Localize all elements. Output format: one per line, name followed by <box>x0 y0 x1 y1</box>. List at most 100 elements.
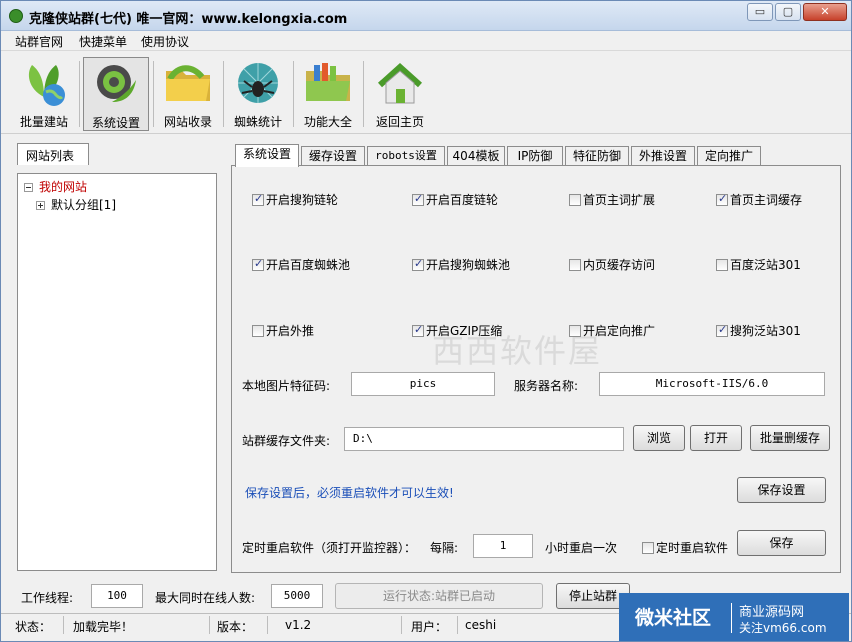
batch-build-button[interactable]: 批量建站 <box>11 57 77 131</box>
threads-label: 工作线程: <box>21 591 74 605</box>
scheduled-restart-checkbox[interactable]: 定时重启软件 <box>642 539 728 556</box>
restart-label: 定时重启软件（须打开监控器）： <box>242 541 417 555</box>
option-label: 开启GZIP压缩 <box>426 324 503 338</box>
checkbox-box[interactable] <box>252 192 264 206</box>
toolbar: 批量建站 系统设置 网站收录 蜘蛛统计 功能大全 返回主页 <box>1 51 851 134</box>
option-checkbox[interactable]: 首页主词缓存 <box>716 191 802 208</box>
checkbox-box[interactable] <box>569 194 581 206</box>
open-button[interactable]: 打开 <box>690 425 742 451</box>
tree-child[interactable]: 默认分组[1] <box>36 196 116 213</box>
tab-feature-defense[interactable]: 特征防御 <box>565 146 629 166</box>
settings-panel: 西西软件屋 开启搜狗链轮开启百度链轮首页主词扩展首页主词缓存开启百度蜘蛛池开启搜… <box>231 165 841 573</box>
option-checkbox[interactable]: 开启百度蜘蛛池 <box>252 256 350 273</box>
collapse-icon[interactable] <box>24 183 33 192</box>
version-value: v1.2 <box>285 618 312 632</box>
tab-cache-settings[interactable]: 缓存设置 <box>301 146 365 166</box>
cache-folder-input[interactable]: D:\ <box>344 427 624 451</box>
earth-plant-icon <box>28 65 65 106</box>
checkbox-box[interactable] <box>642 542 654 554</box>
checkbox-box[interactable] <box>412 257 424 271</box>
menu-quick-menu[interactable]: 快捷菜单 <box>79 33 127 50</box>
option-label: 开启百度蜘蛛池 <box>266 258 351 272</box>
option-label: 开启定向推广 <box>583 324 656 338</box>
tree-root-label: 我的网站 <box>39 180 88 194</box>
checkbox-box[interactable] <box>412 323 424 337</box>
expand-icon[interactable] <box>36 201 45 210</box>
home-icon <box>377 62 423 104</box>
badge-main-text: 微米社区 <box>635 607 712 629</box>
app-logo-icon <box>9 9 23 23</box>
site-tree: 我的网站 默认分组[1] <box>17 173 217 571</box>
option-label: 内页缓存访问 <box>583 258 656 272</box>
option-checkbox[interactable]: 开启外推 <box>252 322 314 339</box>
option-label: 首页主词缓存 <box>730 193 803 207</box>
gear-icon <box>97 65 136 102</box>
tab-targeted-promotion[interactable]: 定向推广 <box>697 146 761 166</box>
save-settings-button[interactable]: 保存设置 <box>737 477 826 503</box>
system-settings-button[interactable]: 系统设置 <box>83 57 149 131</box>
tab-external-push[interactable]: 外推设置 <box>631 146 695 166</box>
main-window: 克隆侠站群(七代) 唯一官网：www.kelongxia.com ▭ ▢ ✕ 站… <box>0 0 852 642</box>
option-label: 开启百度链轮 <box>426 193 499 207</box>
site-index-label: 网站收录 <box>163 115 212 129</box>
option-checkbox[interactable]: 开启GZIP压缩 <box>412 322 502 339</box>
checkbox-box[interactable] <box>412 192 424 206</box>
back-home-button[interactable]: 返回主页 <box>367 57 433 131</box>
close-button[interactable]: ✕ <box>803 3 847 21</box>
tree-root[interactable]: 我的网站 <box>24 178 87 195</box>
threads-input[interactable]: 100 <box>91 584 143 608</box>
site-list-tab[interactable]: 网站列表 <box>17 143 89 165</box>
option-checkbox[interactable]: 首页主词扩展 <box>569 191 655 208</box>
option-label: 开启外推 <box>266 324 315 338</box>
option-checkbox[interactable]: 开启搜狗蜘蛛池 <box>412 256 510 273</box>
folder-icon <box>166 65 210 101</box>
restart-unit-label: 小时重启一次 <box>545 541 618 555</box>
checkbox-box[interactable] <box>252 325 264 337</box>
site-index-button[interactable]: 网站收录 <box>155 57 221 131</box>
browse-button[interactable]: 浏览 <box>633 425 685 451</box>
option-checkbox[interactable]: 开启百度链轮 <box>412 191 498 208</box>
server-name-input[interactable]: Microsoft-IIS/6.0 <box>599 372 825 396</box>
spider-stats-button[interactable]: 蜘蛛统计 <box>225 57 291 131</box>
spider-icon <box>238 63 278 103</box>
option-label: 首页主词扩展 <box>583 193 656 207</box>
batch-build-label: 批量建站 <box>19 115 68 129</box>
server-name-label: 服务器名称: <box>514 379 579 393</box>
menu-site-website[interactable]: 站群官网 <box>15 33 63 50</box>
tab-404-template[interactable]: 404模板 <box>447 146 505 166</box>
maximize-button[interactable]: ▢ <box>775 3 801 21</box>
menu-usage-agreement[interactable]: 使用协议 <box>141 33 189 50</box>
user-value: ceshi <box>465 618 497 632</box>
checkbox-box[interactable] <box>716 323 728 337</box>
checkbox-box[interactable] <box>716 259 728 271</box>
image-code-input[interactable]: pics <box>351 372 495 396</box>
option-checkbox[interactable]: 开启搜狗链轮 <box>252 191 338 208</box>
settings-tabs: 系统设置 缓存设置 robots设置 404模板 IP防御 特征防御 外推设置 … <box>235 144 835 167</box>
option-checkbox[interactable]: 内页缓存访问 <box>569 256 655 273</box>
all-features-button[interactable]: 功能大全 <box>295 57 361 131</box>
minimize-button[interactable]: ▭ <box>747 3 773 21</box>
max-online-input[interactable]: 5000 <box>271 584 323 608</box>
menu-bar: 站群官网 快捷菜单 使用协议 <box>1 31 851 51</box>
image-code-label: 本地图片特征码: <box>242 379 331 393</box>
option-checkbox[interactable]: 搜狗泛站301 <box>716 322 801 339</box>
tab-robots-settings[interactable]: robots设置 <box>367 146 445 166</box>
save-button[interactable]: 保存 <box>737 530 826 556</box>
max-online-label: 最大同时在线人数: <box>155 591 256 605</box>
user-label: 用户： <box>411 620 448 634</box>
spider-stats-label: 蜘蛛统计 <box>233 115 282 129</box>
folder-books-icon <box>306 63 350 101</box>
title-bar: 克隆侠站群(七代) 唯一官网：www.kelongxia.com ▭ ▢ ✕ <box>1 1 851 31</box>
batch-delete-cache-button[interactable]: 批量删缓存 <box>750 425 830 451</box>
checkbox-box[interactable] <box>569 325 581 337</box>
checkbox-box[interactable] <box>716 192 728 206</box>
checkbox-box[interactable] <box>569 259 581 271</box>
option-checkbox[interactable]: 开启定向推广 <box>569 322 655 339</box>
checkbox-box[interactable] <box>252 257 264 271</box>
tab-system-settings[interactable]: 系统设置 <box>235 144 299 167</box>
restart-hours-input[interactable]: 1 <box>473 534 533 558</box>
restart-notice: 保存设置后，必须重启软件才可以生效! <box>245 486 454 500</box>
tab-ip-defense[interactable]: IP防御 <box>507 146 563 166</box>
status-label: 状态： <box>15 620 52 634</box>
option-checkbox[interactable]: 百度泛站301 <box>716 256 801 273</box>
